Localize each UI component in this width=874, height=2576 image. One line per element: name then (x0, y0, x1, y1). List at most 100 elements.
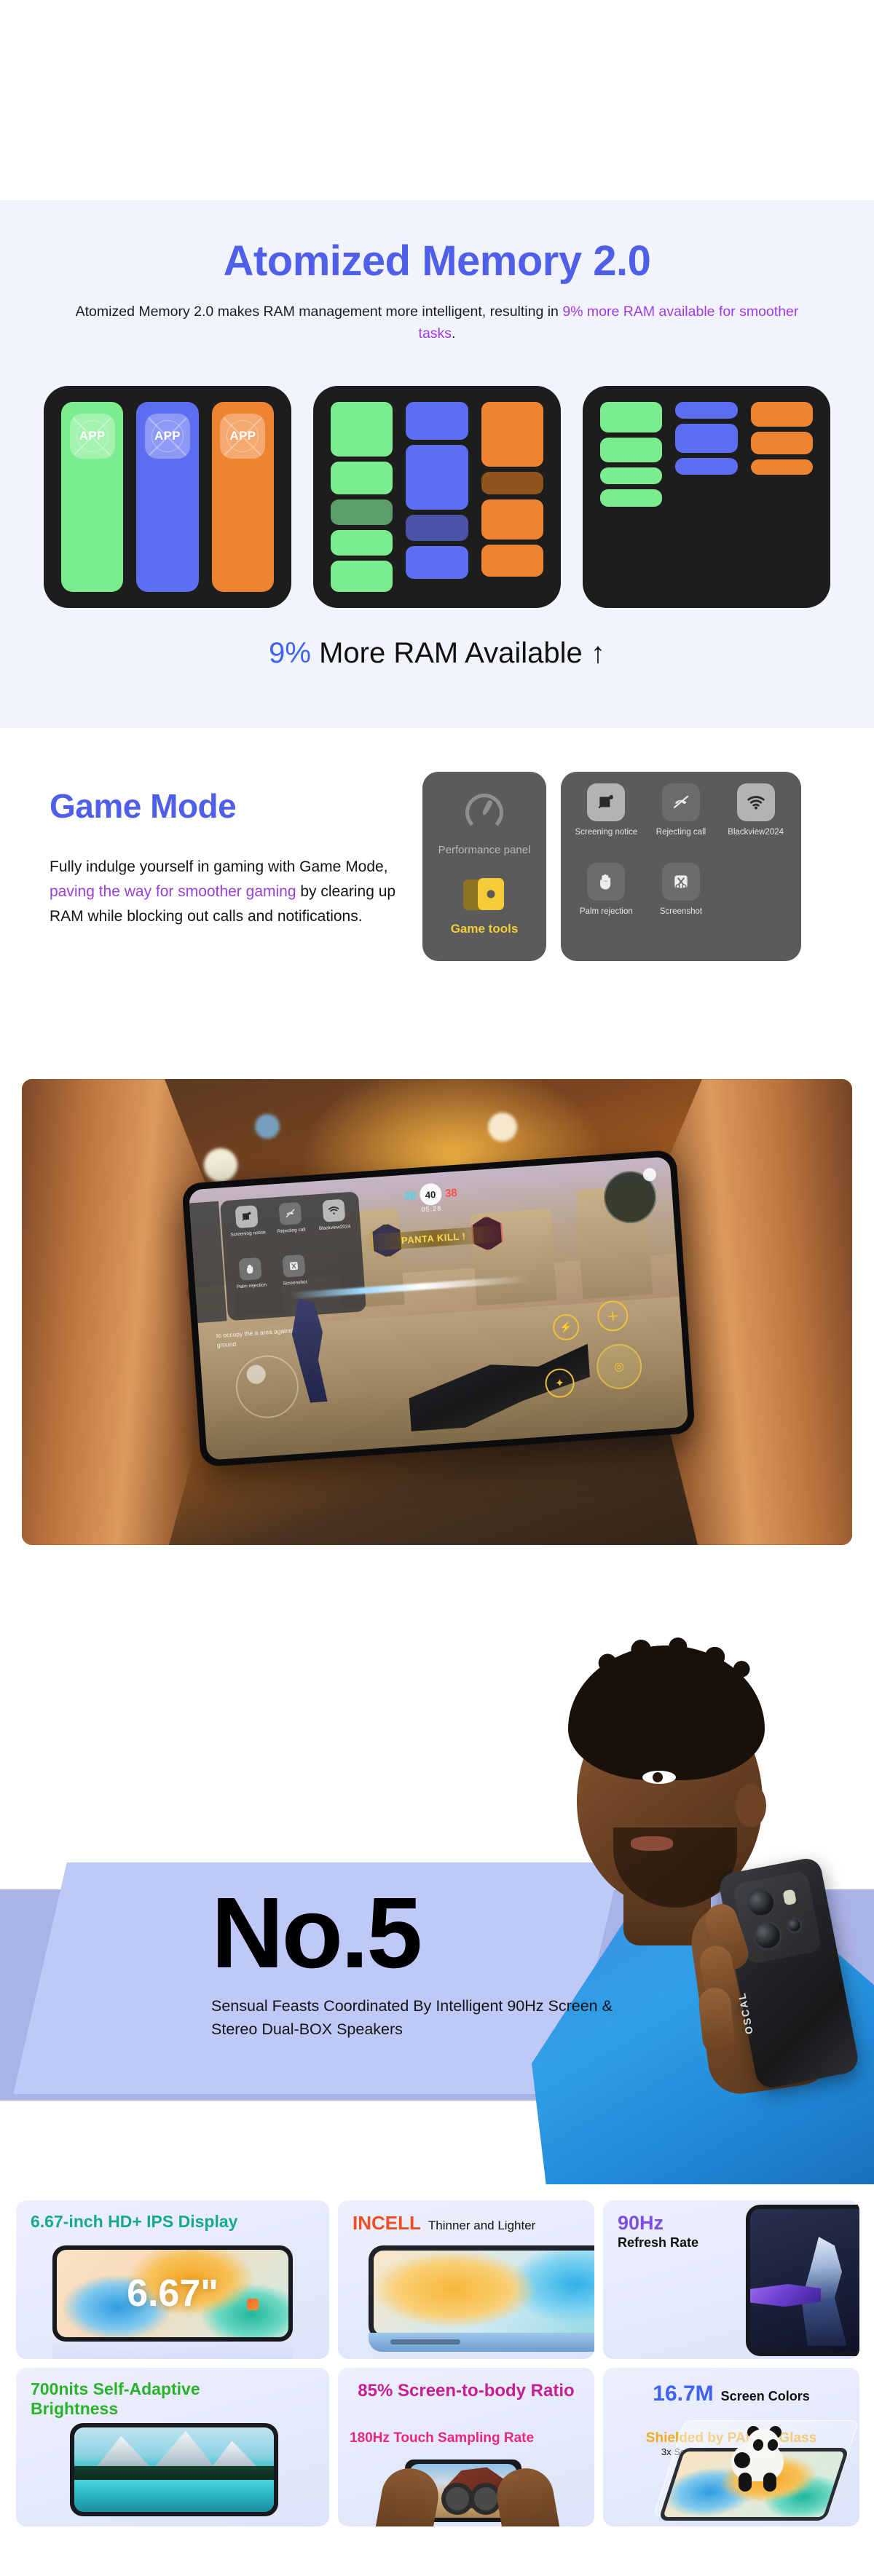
overlay-tool[interactable]: Screenshot (272, 1254, 317, 1308)
memory-block (600, 402, 663, 432)
memory-block (331, 530, 393, 556)
feature-title-main: 16.7M (653, 2382, 714, 2406)
feature-title-sub: Thinner and Lighter (428, 2219, 536, 2232)
memory-column-blue: APP (136, 402, 199, 592)
no5-heading: No.5 (211, 1877, 422, 1989)
refresh-rate-card: 90Hz Refresh Rate (603, 2200, 859, 2359)
memory-column-orange (481, 402, 543, 592)
game-tools-label: Game tools (450, 921, 519, 936)
feature-title: 6.67-inch HD+ IPS Display (31, 2212, 315, 2232)
bokeh-light (255, 1114, 280, 1139)
scissors-icon (661, 863, 700, 901)
score-left: 39 (403, 1189, 417, 1203)
feature-grid: 6.67-inch HD+ IPS Display 6.67" INCELL T… (16, 2200, 859, 2526)
memory-column-orange (750, 402, 813, 592)
bokeh-light (204, 1148, 237, 1182)
memory-block (600, 467, 663, 485)
screen-off-icon (587, 783, 626, 821)
wallpaper-accent (246, 2299, 259, 2311)
overlay-tool-label: Rejecting call (277, 1227, 306, 1235)
memory-bar-orange: APP (211, 402, 274, 592)
incell-card: INCELL Thinner and Lighter (338, 2200, 594, 2359)
unified-memory-card: APP APP APP (44, 386, 291, 608)
memory-subtitle-part1: Atomized Memory 2.0 makes RAM management… (75, 303, 563, 320)
memory-block (481, 499, 543, 540)
phone-side-rail (369, 2333, 594, 2352)
memory-block (331, 499, 393, 526)
panda-arm (734, 2452, 750, 2468)
game-mode-body: Fully indulge yourself in gaming with Ga… (50, 855, 399, 929)
screen-colors-card: 16.7M Screen Colors Shielded by PANDA Gl… (603, 2368, 859, 2526)
performance-panel-card[interactable]: Performance panel Game tools (422, 772, 546, 961)
memory-block (481, 544, 543, 577)
memory-block (331, 402, 393, 457)
memory-column-blue (675, 402, 738, 592)
tool-label: Blackview2024 (728, 828, 784, 837)
overlay-tool-label: Blackview2024 (318, 1224, 351, 1232)
overlay-tool[interactable]: Rejecting call (269, 1201, 313, 1255)
memory-footer-text: More RAM Available ↑ (310, 637, 605, 669)
display-size-card: 6.67-inch HD+ IPS Display 6.67" (16, 2200, 329, 2359)
gaming-hero-image: 39 40 38 05:28 PANTA KILL ! Screening no… (22, 1079, 852, 1545)
score-hud: 39 40 38 (403, 1182, 457, 1207)
gaming-phone: 39 40 38 05:28 PANTA KILL ! Screening no… (181, 1149, 696, 1468)
feature-title: 16.7M Screen Colors (618, 2381, 845, 2406)
atomized-memory-section: Atomized Memory 2.0 Atomized Memory 2.0 … (0, 200, 874, 728)
overlay-tool-label: Palm rejection (236, 1282, 267, 1290)
panda-glass-block: Shielded by PANDA Glass 3x Scratch and C… (603, 2420, 859, 2526)
memory-column-orange: APP (211, 402, 274, 592)
memory-bar-green: APP (61, 402, 124, 592)
memory-block (406, 445, 468, 510)
screen-off-icon (235, 1205, 259, 1229)
bokeh-light (488, 1113, 517, 1142)
tool-label: Palm rejection (579, 907, 633, 916)
tool-palm-rejection[interactable]: Palm rejection (571, 863, 642, 939)
app-icon-label: APP (229, 429, 256, 443)
tool-label: Screening notice (575, 828, 638, 837)
feature-title-main: 85% Screen-to-body Ratio (358, 2381, 575, 2401)
compact-memory-card (583, 386, 830, 608)
tool-label: Rejecting call (656, 828, 706, 837)
palm-icon (587, 863, 626, 901)
overlay-tool[interactable]: Screening notice (226, 1204, 270, 1258)
tool-wifi[interactable]: Blackview2024 (720, 783, 791, 860)
palm-icon (238, 1257, 262, 1281)
score-right: 38 (444, 1186, 458, 1200)
overlay-tool-label: Screening notice (230, 1230, 266, 1238)
feature-title: 700nits Self-Adaptive Brightness (31, 2379, 271, 2419)
memory-block (750, 431, 813, 455)
camera-lens-tertiary (784, 1916, 804, 1935)
person-lips (631, 1836, 673, 1851)
game-tools-grid: Screening notice Rejecting call Blackvie… (561, 772, 801, 961)
call-reject-icon (661, 783, 700, 821)
motorbike-wheel (441, 2482, 474, 2515)
tool-rejecting-call[interactable]: Rejecting call (646, 783, 717, 860)
memory-column-green: APP (61, 402, 124, 592)
panda-leg (763, 2473, 776, 2492)
memory-cards-row: APP APP APP (0, 386, 874, 608)
tool-screenshot[interactable]: Screenshot (646, 863, 717, 939)
phone-mockup-landscape (70, 2423, 278, 2516)
feature-grid-section: 6.67-inch HD+ IPS Display 6.67" INCELL T… (0, 2184, 874, 2576)
memory-block (600, 489, 663, 507)
no5-section: OSCAL No.5 Sensual Feasts Coordinated By… (0, 1602, 874, 2184)
phone-screen (74, 2427, 274, 2512)
game-mode-body-part1: Fully indulge yourself in gaming with Ga… (50, 858, 388, 875)
feature-title-main: INCELL (353, 2212, 421, 2234)
memory-block (675, 457, 738, 475)
overlay-tool[interactable]: Palm rejection (229, 1257, 274, 1311)
memory-block (406, 402, 468, 440)
tool-screening-notice[interactable]: Screening notice (571, 783, 642, 860)
memory-block (750, 459, 813, 475)
phone-mockup-landscape: 6.67" (52, 2245, 293, 2359)
match-timer: 05:28 (421, 1204, 442, 1214)
speedometer-icon (465, 794, 503, 831)
memory-block (481, 471, 543, 495)
memory-footer: 9% More RAM Available ↑ (0, 637, 874, 670)
memory-block (675, 402, 738, 419)
memory-column-blue (406, 402, 468, 592)
wifi-icon (736, 783, 775, 821)
memory-block (750, 402, 813, 427)
overlay-tool[interactable]: Blackview2024 (312, 1198, 357, 1252)
overlay-game-tools: Screening notice Rejecting call Blackvie… (219, 1191, 367, 1321)
